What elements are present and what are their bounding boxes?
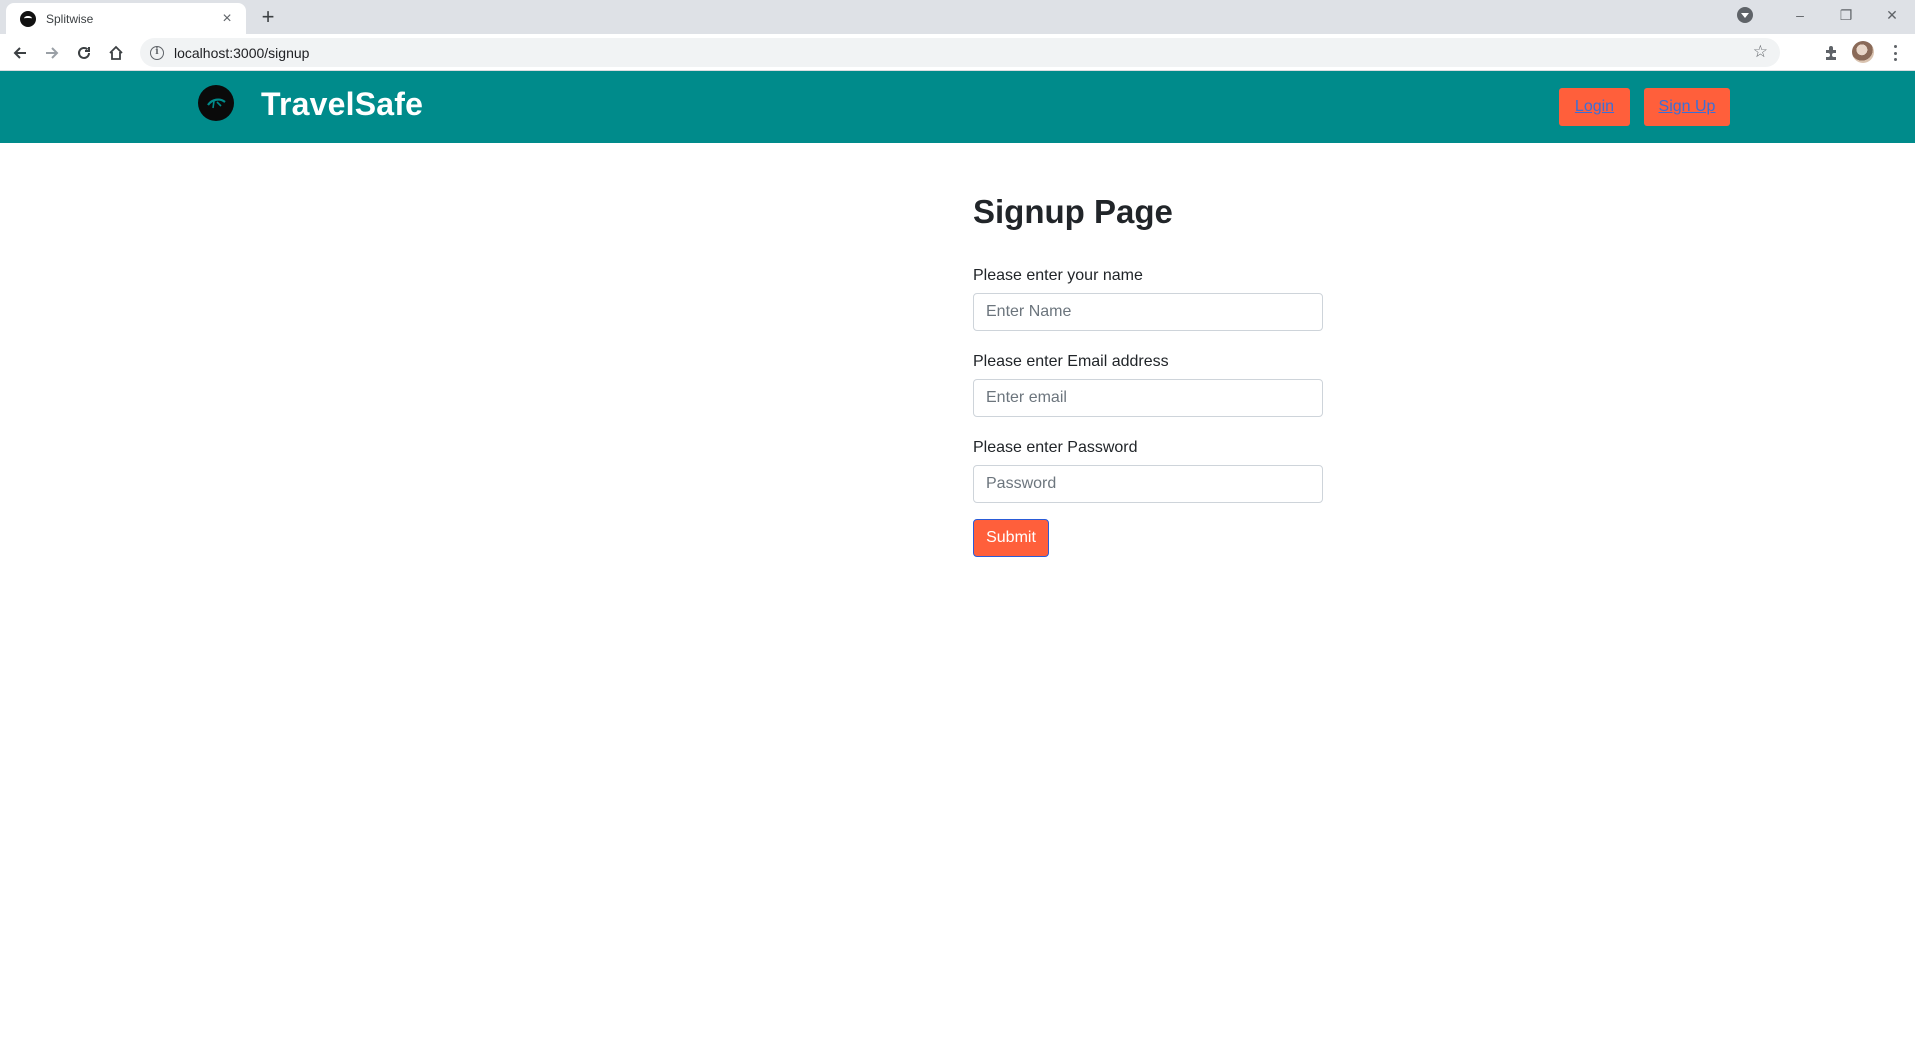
name-label: Please enter your name — [973, 267, 1143, 284]
brand-name[interactable]: TravelSafe — [261, 86, 423, 123]
password-label: Please enter Password — [973, 439, 1138, 456]
email-input[interactable] — [973, 379, 1323, 417]
browser-menu-icon[interactable] — [1888, 43, 1902, 63]
email-label: Please enter Email address — [973, 353, 1169, 370]
extensions-icon[interactable] — [1820, 41, 1844, 65]
home-icon — [109, 45, 123, 60]
minimize-button[interactable]: – — [1777, 0, 1823, 30]
browser-toolbar: i localhost:3000/signup ☆ — [0, 34, 1915, 71]
forward-button[interactable] — [38, 39, 66, 67]
signup-button[interactable]: Sign Up — [1644, 88, 1730, 126]
page-title: Signup Page — [973, 193, 1173, 230]
browser-tabstrip: Splitwise × + – ❐ ✕ — [0, 0, 1915, 34]
submit-button[interactable]: Submit — [973, 519, 1049, 557]
tab-close-icon[interactable]: × — [218, 10, 236, 28]
reload-button[interactable] — [70, 39, 98, 67]
app-navbar: TravelSafe Login Sign Up — [0, 71, 1915, 143]
profile-avatar[interactable] — [1852, 41, 1874, 63]
browser-tab[interactable]: Splitwise × — [6, 3, 246, 34]
window-controls: – ❐ ✕ — [1737, 0, 1915, 30]
close-window-button[interactable]: ✕ — [1869, 0, 1915, 30]
tab-title: Splitwise — [46, 11, 94, 26]
favicon-icon — [20, 10, 36, 27]
restore-button[interactable]: ❐ — [1823, 0, 1869, 30]
home-button[interactable] — [102, 39, 130, 67]
travelsafe-logo-icon[interactable] — [198, 85, 234, 121]
url-text: localhost:3000/signup — [174, 44, 310, 61]
name-input[interactable] — [973, 293, 1323, 331]
back-arrow-icon — [13, 47, 26, 59]
forward-arrow-icon — [46, 47, 59, 59]
login-button[interactable]: Login — [1559, 88, 1630, 126]
reload-icon — [78, 46, 90, 59]
password-input[interactable] — [973, 465, 1323, 503]
info-icon[interactable]: i — [150, 45, 164, 60]
back-button[interactable] — [6, 39, 34, 67]
address-bar[interactable]: i localhost:3000/signup ☆ — [140, 38, 1780, 67]
new-tab-button[interactable]: + — [254, 5, 282, 29]
signup-form: Signup Page Please enter your name Pleas… — [973, 190, 1323, 557]
bookmark-star-icon[interactable]: ☆ — [1753, 42, 1768, 62]
tab-search-icon[interactable] — [1737, 7, 1753, 23]
